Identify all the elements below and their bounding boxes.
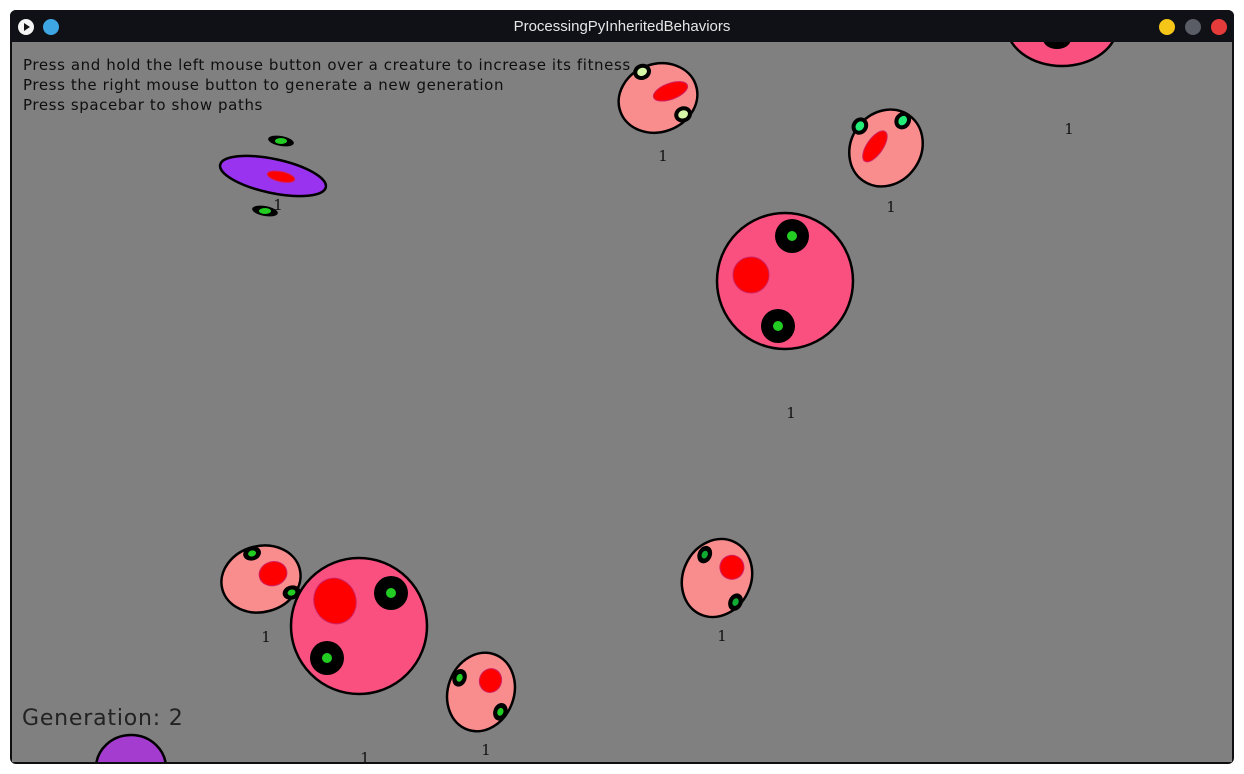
app-window: ProcessingPyInheritedBehaviors 1 1 1 1 1… — [10, 10, 1234, 764]
sketch-canvas[interactable]: 1 1 1 1 1 1 1 1 1 Press and hold the lef… — [12, 42, 1232, 762]
fitness-label: 1 — [886, 198, 896, 216]
creature-field[interactable]: 1 1 1 1 1 1 1 1 1 — [12, 42, 1232, 762]
creature[interactable] — [669, 527, 764, 628]
minimize-button[interactable] — [1159, 19, 1175, 35]
fitness-label: 1 — [360, 749, 370, 762]
fitness-label: 1 — [717, 627, 727, 645]
creature[interactable] — [436, 643, 525, 741]
fitness-label: 1 — [1064, 120, 1074, 138]
generation-label: Generation: 2 — [22, 706, 184, 731]
creature[interactable]: 1 — [1006, 42, 1118, 138]
close-button[interactable] — [1211, 19, 1227, 35]
creature[interactable] — [715, 211, 855, 351]
window-title: ProcessingPyInheritedBehaviors — [513, 18, 731, 35]
creature[interactable] — [94, 733, 167, 762]
creature[interactable] — [289, 556, 429, 696]
instruction-line: Press and hold the left mouse button ove… — [23, 56, 631, 74]
fitness-label: 1 — [658, 147, 668, 165]
fitness-label: 1 — [786, 404, 796, 422]
title-bar[interactable]: ProcessingPyInheritedBehaviors — [10, 10, 1234, 42]
instruction-line: Press spacebar to show paths — [23, 96, 263, 114]
fitness-label: 1 — [261, 628, 271, 646]
fitness-label: 1 — [481, 741, 491, 759]
fitness-label: 1 — [273, 196, 283, 214]
maximize-button[interactable] — [1185, 19, 1201, 35]
creature[interactable] — [829, 90, 939, 201]
instruction-line: Press the right mouse button to generate… — [23, 76, 505, 94]
